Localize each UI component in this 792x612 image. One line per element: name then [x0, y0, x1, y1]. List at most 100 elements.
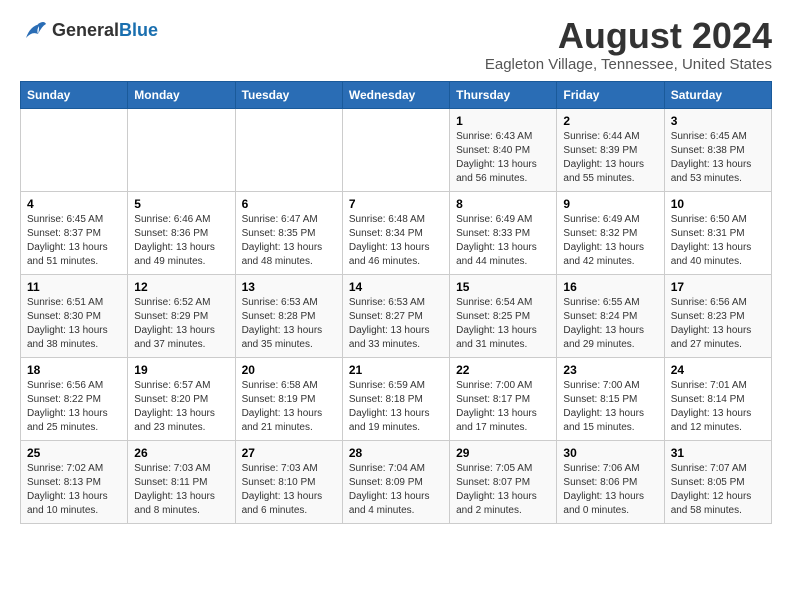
day-detail: Sunrise: 6:49 AMSunset: 8:33 PMDaylight:…: [456, 213, 550, 269]
header-friday: Friday: [557, 81, 664, 108]
day-number: 26: [134, 446, 228, 460]
day-detail: Sunrise: 6:56 AMSunset: 8:22 PMDaylight:…: [27, 379, 121, 435]
day-detail: Sunrise: 7:02 AMSunset: 8:13 PMDaylight:…: [27, 462, 121, 518]
calendar-cell-3-0: 18 Sunrise: 6:56 AMSunset: 8:22 PMDayligh…: [21, 357, 128, 440]
day-detail: Sunrise: 6:58 AMSunset: 8:19 PMDaylight:…: [242, 379, 336, 435]
calendar-week-4: 25 Sunrise: 7:02 AMSunset: 8:13 PMDayligh…: [21, 440, 772, 523]
day-detail: Sunrise: 7:01 AMSunset: 8:14 PMDaylight:…: [671, 379, 765, 435]
calendar-week-3: 18 Sunrise: 6:56 AMSunset: 8:22 PMDayligh…: [21, 357, 772, 440]
day-detail: Sunrise: 6:48 AMSunset: 8:34 PMDaylight:…: [349, 213, 443, 269]
calendar-cell-1-0: 4 Sunrise: 6:45 AMSunset: 8:37 PMDaylight…: [21, 191, 128, 274]
day-detail: Sunrise: 6:59 AMSunset: 8:18 PMDaylight:…: [349, 379, 443, 435]
day-detail: Sunrise: 7:00 AMSunset: 8:17 PMDaylight:…: [456, 379, 550, 435]
day-number: 18: [27, 363, 121, 377]
day-detail: Sunrise: 6:46 AMSunset: 8:36 PMDaylight:…: [134, 213, 228, 269]
day-detail: Sunrise: 7:07 AMSunset: 8:05 PMDaylight:…: [671, 462, 765, 518]
calendar-cell-4-1: 26 Sunrise: 7:03 AMSunset: 8:11 PMDayligh…: [128, 440, 235, 523]
day-number: 24: [671, 363, 765, 377]
calendar-cell-2-2: 13Sunrise: 6:53 AMSunset: 8:28 PMDayligh…: [235, 274, 342, 357]
logo-icon: [20, 16, 48, 44]
calendar-week-2: 11 Sunrise: 6:51 AMSunset: 8:30 PMDayligh…: [21, 274, 772, 357]
day-detail: Sunrise: 6:44 AMSunset: 8:39 PMDaylight:…: [563, 130, 657, 186]
calendar-cell-3-1: 19Sunrise: 6:57 AMSunset: 8:20 PMDayligh…: [128, 357, 235, 440]
calendar-header: Sunday Monday Tuesday Wednesday Thursday…: [21, 81, 772, 108]
header-wednesday: Wednesday: [342, 81, 449, 108]
day-number: 11: [27, 280, 121, 294]
calendar-cell-2-1: 12 Sunrise: 6:52 AMSunset: 8:29 PMDayligh…: [128, 274, 235, 357]
day-number: 6: [242, 197, 336, 211]
calendar-cell-0-1: [128, 108, 235, 191]
day-number: 15: [456, 280, 550, 294]
calendar-cell-0-5: 2Sunrise: 6:44 AMSunset: 8:39 PMDaylight…: [557, 108, 664, 191]
header-row: Sunday Monday Tuesday Wednesday Thursday…: [21, 81, 772, 108]
calendar-cell-1-5: 9Sunrise: 6:49 AMSunset: 8:32 PMDaylight…: [557, 191, 664, 274]
day-number: 4: [27, 197, 121, 211]
day-number: 5: [134, 197, 228, 211]
calendar-cell-2-5: 16Sunrise: 6:55 AMSunset: 8:24 PMDayligh…: [557, 274, 664, 357]
day-detail: Sunrise: 6:52 AMSunset: 8:29 PMDaylight:…: [134, 296, 228, 352]
day-detail: Sunrise: 6:57 AMSunset: 8:20 PMDaylight:…: [134, 379, 228, 435]
day-number: 8: [456, 197, 550, 211]
day-number: 23: [563, 363, 657, 377]
calendar-cell-2-4: 15 Sunrise: 6:54 AMSunset: 8:25 PMDayligh…: [450, 274, 557, 357]
calendar-cell-4-3: 28 Sunrise: 7:04 AMSunset: 8:09 PMDayligh…: [342, 440, 449, 523]
day-detail: Sunrise: 6:49 AMSunset: 8:32 PMDaylight:…: [563, 213, 657, 269]
calendar-body: 1Sunrise: 6:43 AMSunset: 8:40 PMDaylight…: [21, 108, 772, 523]
calendar-week-0: 1Sunrise: 6:43 AMSunset: 8:40 PMDaylight…: [21, 108, 772, 191]
calendar-cell-3-5: 23Sunrise: 7:00 AMSunset: 8:15 PMDayligh…: [557, 357, 664, 440]
day-detail: Sunrise: 6:43 AMSunset: 8:40 PMDaylight:…: [456, 130, 550, 186]
day-detail: Sunrise: 6:51 AMSunset: 8:30 PMDaylight:…: [27, 296, 121, 352]
day-number: 17: [671, 280, 765, 294]
day-number: 12: [134, 280, 228, 294]
header-sunday: Sunday: [21, 81, 128, 108]
calendar-cell-3-2: 20 Sunrise: 6:58 AMSunset: 8:19 PMDayligh…: [235, 357, 342, 440]
calendar-cell-2-3: 14Sunrise: 6:53 AMSunset: 8:27 PMDayligh…: [342, 274, 449, 357]
day-number: 20: [242, 363, 336, 377]
day-number: 29: [456, 446, 550, 460]
calendar-cell-0-4: 1Sunrise: 6:43 AMSunset: 8:40 PMDaylight…: [450, 108, 557, 191]
day-detail: Sunrise: 6:45 AMSunset: 8:37 PMDaylight:…: [27, 213, 121, 269]
header-thursday: Thursday: [450, 81, 557, 108]
calendar-cell-0-3: [342, 108, 449, 191]
day-detail: Sunrise: 6:54 AMSunset: 8:25 PMDaylight:…: [456, 296, 550, 352]
day-number: 10: [671, 197, 765, 211]
day-number: 3: [671, 114, 765, 128]
calendar-cell-4-0: 25 Sunrise: 7:02 AMSunset: 8:13 PMDayligh…: [21, 440, 128, 523]
day-detail: Sunrise: 6:47 AMSunset: 8:35 PMDaylight:…: [242, 213, 336, 269]
day-detail: Sunrise: 6:55 AMSunset: 8:24 PMDaylight:…: [563, 296, 657, 352]
header-monday: Monday: [128, 81, 235, 108]
day-number: 27: [242, 446, 336, 460]
day-detail: Sunrise: 6:45 AMSunset: 8:38 PMDaylight:…: [671, 130, 765, 186]
day-number: 25: [27, 446, 121, 460]
day-detail: Sunrise: 7:03 AMSunset: 8:11 PMDaylight:…: [134, 462, 228, 518]
calendar-cell-4-6: 31Sunrise: 7:07 AMSunset: 8:05 PMDayligh…: [664, 440, 771, 523]
header-saturday: Saturday: [664, 81, 771, 108]
calendar-cell-4-4: 29Sunrise: 7:05 AMSunset: 8:07 PMDayligh…: [450, 440, 557, 523]
subtitle: Eagleton Village, Tennessee, United Stat…: [485, 56, 772, 73]
day-number: 28: [349, 446, 443, 460]
day-detail: Sunrise: 6:50 AMSunset: 8:31 PMDaylight:…: [671, 213, 765, 269]
calendar-cell-2-6: 17Sunrise: 6:56 AMSunset: 8:23 PMDayligh…: [664, 274, 771, 357]
day-number: 22: [456, 363, 550, 377]
day-detail: Sunrise: 6:53 AMSunset: 8:28 PMDaylight:…: [242, 296, 336, 352]
calendar-table: Sunday Monday Tuesday Wednesday Thursday…: [20, 81, 772, 524]
calendar-cell-3-3: 21Sunrise: 6:59 AMSunset: 8:18 PMDayligh…: [342, 357, 449, 440]
calendar-cell-2-0: 11 Sunrise: 6:51 AMSunset: 8:30 PMDayligh…: [21, 274, 128, 357]
logo-blue: Blue: [119, 20, 158, 40]
calendar-cell-0-0: [21, 108, 128, 191]
calendar-cell-4-5: 30Sunrise: 7:06 AMSunset: 8:06 PMDayligh…: [557, 440, 664, 523]
calendar-cell-1-3: 7Sunrise: 6:48 AMSunset: 8:34 PMDaylight…: [342, 191, 449, 274]
calendar-cell-1-4: 8 Sunrise: 6:49 AMSunset: 8:33 PMDaylight…: [450, 191, 557, 274]
logo: GeneralBlue: [20, 16, 158, 44]
title-block: August 2024 Eagleton Village, Tennessee,…: [485, 16, 772, 73]
calendar-cell-3-4: 22 Sunrise: 7:00 AMSunset: 8:17 PMDayligh…: [450, 357, 557, 440]
calendar-cell-1-1: 5 Sunrise: 6:46 AMSunset: 8:36 PMDaylight…: [128, 191, 235, 274]
day-number: 30: [563, 446, 657, 460]
calendar-cell-4-2: 27Sunrise: 7:03 AMSunset: 8:10 PMDayligh…: [235, 440, 342, 523]
day-detail: Sunrise: 7:04 AMSunset: 8:09 PMDaylight:…: [349, 462, 443, 518]
logo-text: GeneralBlue: [52, 20, 158, 41]
calendar-cell-1-6: 10 Sunrise: 6:50 AMSunset: 8:31 PMDayligh…: [664, 191, 771, 274]
calendar-cell-1-2: 6 Sunrise: 6:47 AMSunset: 8:35 PMDaylight…: [235, 191, 342, 274]
logo-general: General: [52, 20, 119, 40]
day-detail: Sunrise: 6:53 AMSunset: 8:27 PMDaylight:…: [349, 296, 443, 352]
